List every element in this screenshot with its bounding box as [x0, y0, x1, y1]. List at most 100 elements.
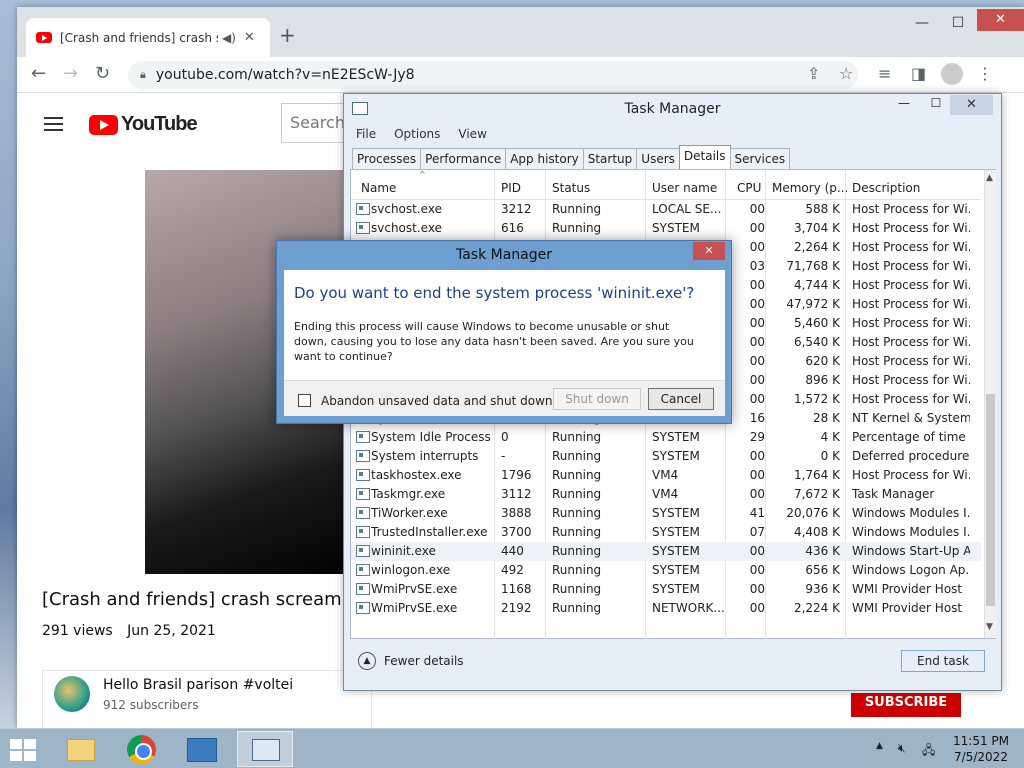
menu-kebab-icon[interactable]: ⋮	[977, 64, 993, 83]
browser-tab[interactable]: [Crash and friends] crash scream ◀) ✕	[26, 18, 270, 57]
col-memory[interactable]: Memory (p...	[772, 181, 848, 195]
taskbar: ▲ 🔇︎ 🖧 11:51 PM 7/5/2022	[0, 728, 1024, 768]
window-close-button[interactable]: ✕	[977, 9, 1024, 31]
cell-mem: 47,972 K	[786, 297, 840, 311]
new-tab-button[interactable]: +	[279, 23, 296, 47]
process-icon	[356, 203, 370, 215]
cancel-button[interactable]: Cancel	[648, 388, 714, 410]
taskbar-task-manager[interactable]	[237, 731, 293, 767]
vertical-scrollbar[interactable]: ▲ ▼	[984, 170, 996, 638]
cell-mem: 2,264 K	[793, 240, 840, 254]
tm-close-button[interactable]: ✕	[950, 95, 993, 115]
speaker-icon[interactable]: ◀)	[222, 31, 236, 45]
back-icon[interactable]: ←	[31, 63, 46, 84]
col-pid[interactable]: PID	[501, 181, 521, 195]
scroll-thumb[interactable]	[986, 394, 995, 606]
scroll-down-icon[interactable]: ▼	[986, 622, 993, 632]
cell-desc: Host Process for Wi...	[852, 373, 970, 387]
media-control-icon[interactable]: ≡	[878, 64, 891, 83]
tab-services[interactable]: Services	[729, 148, 791, 169]
cell-desc: WMI Provider Host	[852, 582, 963, 596]
network-icon[interactable]: 🖧	[922, 741, 935, 762]
profile-avatar-icon[interactable]	[941, 63, 963, 85]
cell-desc: Percentage of time t...	[852, 430, 970, 444]
taskbar-control-panel[interactable]	[174, 731, 230, 767]
cell-mem: 588 K	[805, 202, 840, 216]
maximize-button[interactable]: ☐	[943, 15, 973, 31]
shut-down-button[interactable]: Shut down	[553, 388, 641, 410]
bookmark-star-icon[interactable]: ☆	[839, 64, 853, 83]
table-row[interactable]: TiWorker.exe 3888 Running SYSTEM 41 20,076 K W…	[351, 504, 981, 523]
cell-desc: Windows Logon Ap...	[852, 563, 970, 577]
tray-expand-icon[interactable]: ▲	[876, 741, 883, 751]
process-icon	[356, 564, 370, 576]
table-row[interactable]: TrustedInstaller.exe 3700 Running SYSTEM 07 4…	[351, 523, 981, 542]
cell-cpu: 00	[749, 468, 765, 482]
channel-avatar[interactable]	[54, 676, 90, 712]
cell-mem: 656 K	[805, 563, 840, 577]
tab-startup[interactable]: Startup	[582, 148, 638, 169]
subscriber-count: 912 subscribers	[103, 698, 199, 712]
end-task-button[interactable]: End task	[901, 650, 985, 672]
taskbar-file-explorer[interactable]	[52, 731, 108, 767]
cell-desc: Task Manager	[852, 487, 935, 501]
col-user[interactable]: User name	[652, 181, 717, 195]
subscribe-button[interactable]: SUBSCRIBE	[851, 693, 961, 717]
cell-mem: 5,460 K	[793, 316, 840, 330]
forward-icon[interactable]: →	[63, 63, 78, 84]
volume-muted-icon[interactable]: 🔇︎	[898, 741, 906, 756]
channel-name[interactable]: Hello Brasil parison #voltei	[103, 677, 293, 693]
menu-options[interactable]: Options	[394, 127, 440, 141]
table-row[interactable]: System Idle Process 0 Running SYSTEM 29 4 K Pe…	[351, 428, 981, 447]
col-status[interactable]: Status	[552, 181, 590, 195]
abandon-data-label[interactable]: Abandon unsaved data and shut down.	[321, 394, 556, 408]
taskbar-chrome[interactable]	[113, 731, 169, 767]
table-row[interactable]: svchost.exe 616 Running SYSTEM 00 3,704 K Host…	[351, 219, 981, 238]
abandon-data-checkbox[interactable]	[298, 394, 311, 407]
menu-file[interactable]: File	[356, 127, 376, 141]
windows-logo-icon	[24, 739, 36, 749]
cell-status: Running	[552, 468, 602, 482]
hamburger-menu-icon[interactable]	[44, 117, 63, 131]
tab-app-history[interactable]: App history	[505, 148, 584, 169]
tab-close-button[interactable]: ✕	[244, 30, 255, 45]
cell-cpu: 00	[749, 449, 765, 463]
cell-mem: 4,408 K	[793, 525, 840, 539]
process-icon	[356, 488, 370, 500]
share-icon[interactable]: ⇪	[807, 64, 820, 83]
table-row[interactable]: taskhostex.exe 1796 Running VM4 00 1,764 K Hos…	[351, 466, 981, 485]
table-row[interactable]: wininit.exe 440 Running SYSTEM 00 436 K Window…	[351, 542, 981, 561]
tab-details[interactable]: Details	[678, 145, 731, 169]
col-description[interactable]: Description	[852, 181, 920, 195]
table-row[interactable]: svchost.exe 3212 Running LOCAL SE... 00 588 K…	[351, 200, 981, 219]
menu-view[interactable]: View	[458, 127, 486, 141]
cell-cpu: 07	[749, 525, 765, 539]
task-manager-titlebar[interactable]: Task Manager — ☐ ✕	[344, 94, 1001, 124]
col-cpu[interactable]: CPU	[737, 181, 761, 195]
tm-maximize-button[interactable]: ☐	[922, 96, 950, 116]
tab-users[interactable]: Users	[636, 148, 680, 169]
fewer-details-link[interactable]: ▲ Fewer details	[358, 652, 464, 670]
tab-processes[interactable]: Processes	[352, 148, 422, 169]
side-panel-icon[interactable]: ◨	[911, 64, 926, 83]
table-row[interactable]: winlogon.exe 492 Running SYSTEM 00 656 K Windo…	[351, 561, 981, 580]
minimize-button[interactable]: —	[907, 15, 937, 31]
tab-performance[interactable]: Performance	[420, 148, 507, 169]
table-header: Name PID Status User name CPU Memory (p.…	[351, 170, 981, 200]
table-row[interactable]: WmiPrvSE.exe 1168 Running SYSTEM 00 936 K WMI …	[351, 580, 981, 599]
col-name[interactable]: Name	[361, 181, 396, 195]
start-button[interactable]	[10, 739, 38, 761]
dialog-close-button[interactable]: ✕	[693, 242, 725, 260]
system-clock[interactable]: 11:51 PM 7/5/2022	[946, 733, 1016, 765]
tm-minimize-button[interactable]: —	[890, 96, 918, 116]
address-bar[interactable]: 🔒︎ youtube.com/watch?v=nE2EScW-Jy8	[128, 61, 858, 89]
scroll-up-icon[interactable]: ▲	[986, 173, 993, 183]
cell-mem: 71,768 K	[786, 259, 840, 273]
lock-icon[interactable]: 🔒︎	[140, 68, 146, 82]
table-row[interactable]: System interrupts - Running SYSTEM 00 0 K Defe…	[351, 447, 981, 466]
table-row[interactable]: Taskmgr.exe 3112 Running VM4 00 7,672 K Task M…	[351, 485, 981, 504]
reload-icon[interactable]: ↻	[95, 63, 110, 84]
cell-mem: 896 K	[805, 373, 840, 387]
table-row[interactable]: WmiPrvSE.exe 2192 Running NETWORK... 00 2,224…	[351, 599, 981, 618]
youtube-logo[interactable]: YouTube	[89, 113, 198, 136]
